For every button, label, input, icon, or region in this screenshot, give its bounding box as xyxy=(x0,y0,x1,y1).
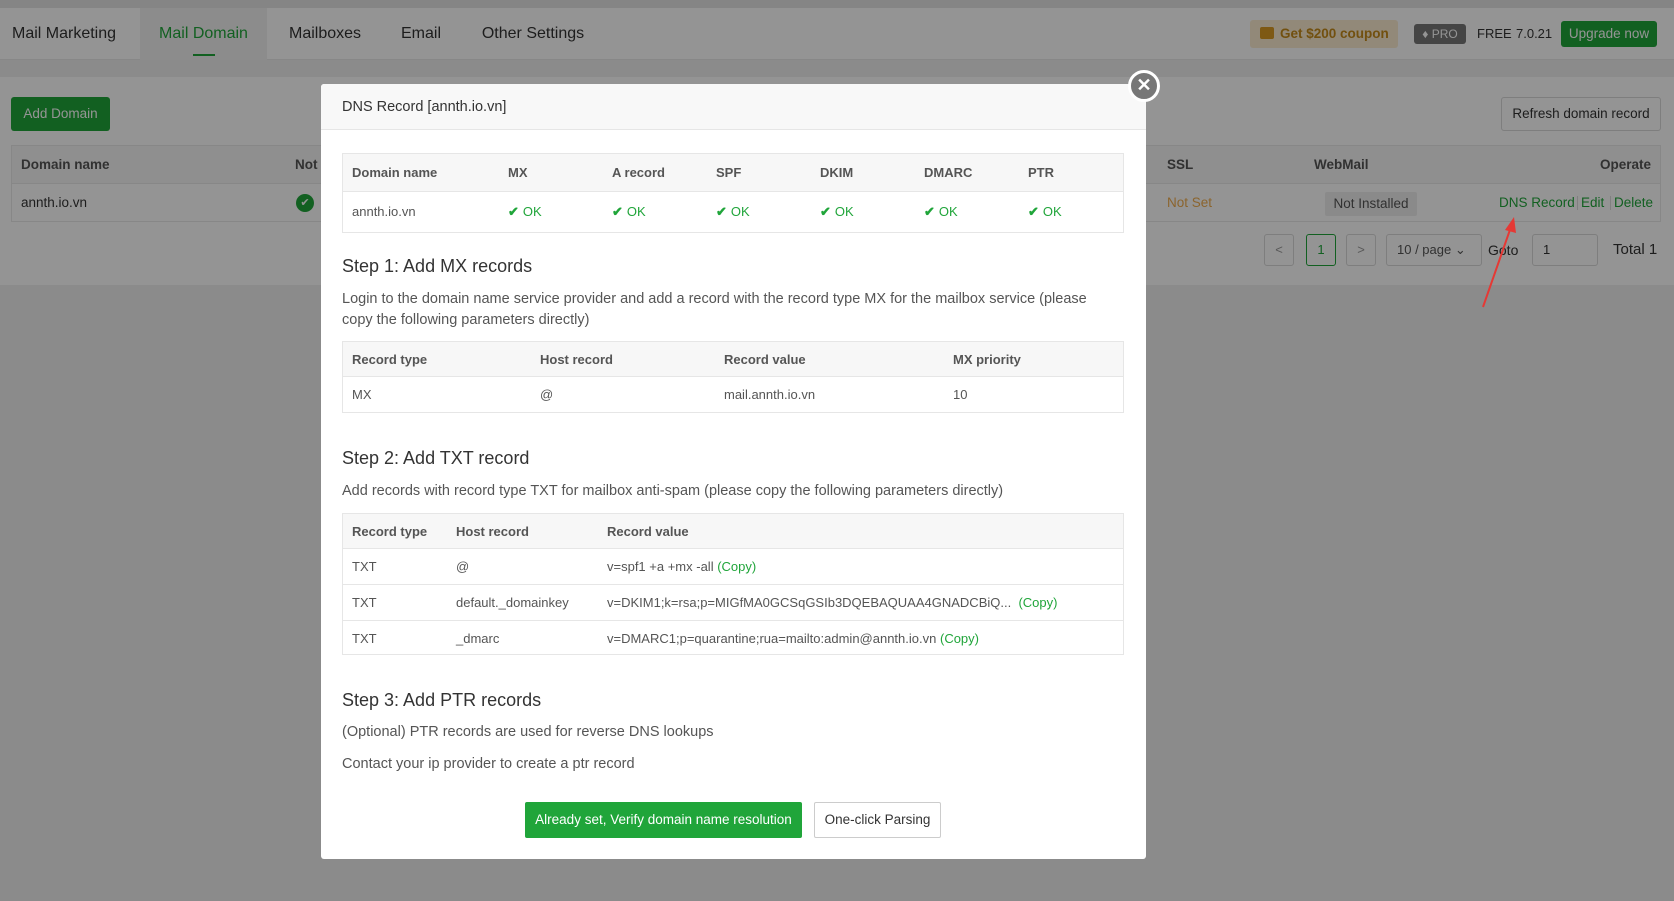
check-icon: ✔ xyxy=(508,204,519,219)
txt-host-record: _dmarc xyxy=(456,631,500,646)
step3-title: Step 3: Add PTR records xyxy=(342,690,542,710)
table-row: TXT default._domainkey v=DKIM1;k=rsa;p=M… xyxy=(343,585,1123,621)
col-header: MX priority xyxy=(953,352,1021,367)
check-icon: ✔ xyxy=(1028,204,1039,219)
col-header: SPF xyxy=(716,165,742,180)
col-header: PTR xyxy=(1028,165,1054,180)
table-header-row: Domain name MX A record SPF DKIM DMARC P… xyxy=(343,154,1123,192)
table-row: TXT _dmarc v=DMARC1;p=quarantine;rua=mai… xyxy=(343,621,1123,656)
dns-record-dialog: DNS Record [annth.io.vn] Domain name MX … xyxy=(321,84,1146,859)
txt-host-record: @ xyxy=(456,559,470,574)
check-icon: ✔ xyxy=(924,204,935,219)
step2-description: Add records with record type TXT for mai… xyxy=(342,483,1004,499)
txt-record-value: v=spf1 +a +mx -all (Copy) xyxy=(607,549,756,585)
check-icon: ✔ xyxy=(820,204,831,219)
spf-value: v=spf1 +a +mx -all xyxy=(607,559,714,574)
step3-description: (Optional) PTR records are used for reve… xyxy=(342,724,714,740)
status-label: OK xyxy=(938,204,958,219)
table-row: MX @ mail.annth.io.vn 10 xyxy=(343,377,1123,412)
step3-contact-note: Contact your ip provider to create a ptr… xyxy=(342,756,635,772)
col-header: Record type xyxy=(352,524,428,539)
col-header: Record value xyxy=(607,524,689,539)
copy-spf-link[interactable]: (Copy) xyxy=(717,559,756,574)
check-icon: ✔ xyxy=(716,204,727,219)
status-dmarc: ✔ OK xyxy=(924,192,958,232)
status-label: OK xyxy=(834,204,854,219)
step2-title: Step 2: Add TXT record xyxy=(342,448,530,468)
verify-resolution-button[interactable]: Already set, Verify domain name resoluti… xyxy=(525,802,802,838)
col-header: Record type xyxy=(352,352,428,367)
status-label: OK xyxy=(626,204,646,219)
col-header: Host record xyxy=(540,352,613,367)
txt-record-type: TXT xyxy=(352,595,377,610)
status-label: OK xyxy=(730,204,750,219)
status-spf: ✔ OK xyxy=(716,192,750,232)
table-row: annth.io.vn ✔ OK ✔ OK ✔ OK ✔ OK ✔ OK ✔ OK xyxy=(343,192,1123,232)
copy-dmarc-link[interactable]: (Copy) xyxy=(940,631,979,646)
txt-host-record: default._domainkey xyxy=(456,595,569,610)
txt-record-table: Record type Host record Record value TXT… xyxy=(342,513,1124,655)
mx-host-record: @ xyxy=(540,387,554,402)
mx-record-type: MX xyxy=(352,387,372,402)
step1-description: Login to the domain name service provide… xyxy=(342,291,1087,328)
table-row: TXT @ v=spf1 +a +mx -all (Copy) xyxy=(343,549,1123,585)
col-header: A record xyxy=(612,165,665,180)
col-header: DMARC xyxy=(924,165,973,180)
txt-record-type: TXT xyxy=(352,559,377,574)
mx-record-value: mail.annth.io.vn xyxy=(724,387,816,402)
txt-record-value: v=DKIM1;k=rsa;p=MIGfMA0GCSqGSIb3DQEBAQUA… xyxy=(607,585,1057,621)
txt-record-type: TXT xyxy=(352,631,377,646)
dns-status-table: Domain name MX A record SPF DKIM DMARC P… xyxy=(342,153,1124,233)
check-icon: ✔ xyxy=(612,204,623,219)
status-ptr: ✔ OK xyxy=(1028,192,1062,232)
col-header: DKIM xyxy=(820,165,854,180)
close-icon[interactable]: ✕ xyxy=(1128,70,1160,102)
table-header-row: Record type Host record Record value MX … xyxy=(343,342,1123,377)
dkim-value: v=DKIM1;k=rsa;p=MIGfMA0GCSqGSIb3DQEBAQUA… xyxy=(607,595,1012,610)
col-header: Record value xyxy=(724,352,806,367)
col-header: MX xyxy=(508,165,528,180)
dialog-title: DNS Record [annth.io.vn] xyxy=(342,99,507,115)
status-dkim: ✔ OK xyxy=(820,192,854,232)
mx-priority: 10 xyxy=(953,387,968,402)
status-a-record: ✔ OK xyxy=(612,192,646,232)
one-click-parsing-button[interactable]: One-click Parsing xyxy=(814,802,941,838)
status-domain: annth.io.vn xyxy=(352,204,416,219)
copy-dkim-link[interactable]: (Copy) xyxy=(1018,595,1057,610)
txt-record-value: v=DMARC1;p=quarantine;rua=mailto:admin@a… xyxy=(607,621,979,656)
status-label: OK xyxy=(522,204,542,219)
status-label: OK xyxy=(1042,204,1062,219)
step1-title: Step 1: Add MX records xyxy=(342,256,533,276)
mx-record-table: Record type Host record Record value MX … xyxy=(342,341,1124,413)
col-header: Host record xyxy=(456,524,529,539)
dialog-header: DNS Record [annth.io.vn] xyxy=(321,84,1146,130)
dmarc-value: v=DMARC1;p=quarantine;rua=mailto:admin@a… xyxy=(607,631,937,646)
table-header-row: Record type Host record Record value xyxy=(343,514,1123,549)
col-header: Domain name xyxy=(352,165,438,180)
status-mx: ✔ OK xyxy=(508,192,542,232)
